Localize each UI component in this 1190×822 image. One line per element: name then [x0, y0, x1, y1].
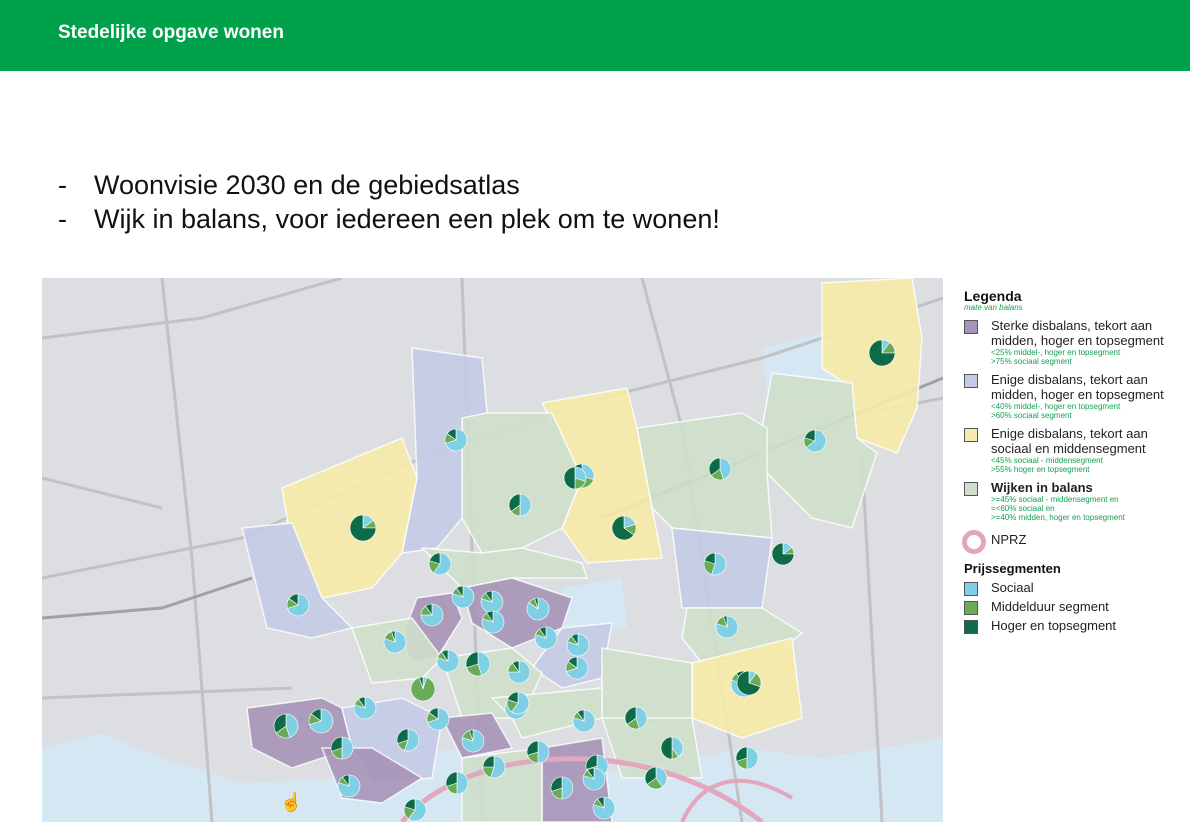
price-segment-pie [353, 696, 377, 720]
legend-label: Enige disbalans, tekort aan midden, hoge… [991, 372, 1164, 402]
legend-note: >75% sociaal segment [991, 357, 1072, 366]
legend-note: >60% sociaal segment [991, 411, 1072, 420]
legend-label: Sociaal [991, 580, 1034, 595]
header-bar: Stedelijke opgave wonen [0, 0, 1190, 71]
swatch-blue [964, 374, 978, 388]
price-segment-pie [508, 493, 532, 517]
price-segment-pie [420, 603, 444, 627]
legend-item: Sterke disbalans, tekort aan midden, hog… [964, 318, 1190, 366]
price-segment-pie [582, 767, 606, 791]
bullet-item: - Wijk in balans, voor iedereen een plek … [58, 202, 720, 236]
legend-item: Enige disbalans, tekort aan midden, hoge… [964, 372, 1190, 420]
price-segment-pie [506, 691, 530, 715]
legend-subtitle: mate van balans [964, 303, 1023, 312]
legend-item: Wijken in balans >=45% sociaal - middens… [964, 480, 1190, 522]
price-segment-pie [736, 670, 762, 696]
price-segment-pie [660, 736, 684, 760]
price-segment-pie [526, 740, 550, 764]
bullet-text: Wijk in balans, voor iedereen een plek o… [94, 204, 720, 234]
price-segment-pie [396, 728, 420, 752]
nprz-ring-icon [962, 530, 986, 554]
bullet-dash: - [58, 170, 67, 200]
swatch-green [964, 482, 978, 496]
legend-item-nprz: NPRZ [962, 530, 1190, 554]
district-map [42, 278, 943, 822]
bullet-item: - Woonvisie 2030 en de gebiedsatlas [58, 168, 720, 202]
price-segment-pie [480, 590, 504, 614]
price-segment-pie [426, 707, 450, 731]
price-segment-pie [444, 428, 468, 452]
legend-note: <25% middel-, hoger en topsegment [991, 348, 1121, 357]
legend-label: Hoger en topsegment [991, 618, 1117, 633]
price-segment-pie [383, 630, 407, 654]
price-segment-pie [735, 746, 759, 770]
price-segment-pie [771, 542, 795, 566]
swatch-hoger [964, 620, 978, 634]
legend-note: >=45% sociaal - middensegment en [991, 495, 1119, 504]
price-segment-pie [624, 706, 648, 730]
price-segment-pie [703, 552, 727, 576]
swatch-middelduur [964, 601, 978, 615]
price-segment-pie [563, 466, 587, 490]
price-segment-pie [337, 774, 361, 798]
swatch-purple [964, 320, 978, 334]
price-segment-pie [428, 552, 452, 576]
price-segment-pie [566, 633, 590, 657]
price-segment-pie [349, 514, 377, 542]
legend-label: Enige disbalans, tekort aan sociaal en m… [991, 426, 1148, 456]
legend-panel: Legenda mate van balans Sterke disbalans… [962, 288, 1190, 634]
legend-item: Sociaal [964, 580, 1190, 596]
price-segment-pie [550, 776, 574, 800]
price-segment-pie [286, 593, 310, 617]
swatch-yellow [964, 428, 978, 442]
price-segment-pie [526, 597, 550, 621]
legend-label: Wijken in balans [991, 480, 1093, 495]
legend-note: <45% sociaal - middensegment [991, 456, 1103, 465]
bullet-text: Woonvisie 2030 en de gebiedsatlas [94, 170, 520, 200]
legend-title: Legenda [964, 288, 1022, 304]
price-segment-pie [481, 610, 505, 634]
price-segment-pie [436, 649, 460, 673]
price-segment-pie [572, 709, 596, 733]
price-segment-pie [451, 585, 475, 609]
price-segment-pie [482, 755, 506, 779]
map-canvas [42, 278, 943, 822]
price-segment-pie [644, 766, 668, 790]
price-segment-pie [273, 713, 299, 739]
price-segment-pie [507, 660, 531, 684]
price-segment-pie [410, 676, 436, 702]
legend-label: Sterke disbalans, tekort aan midden, hog… [991, 318, 1164, 348]
price-segment-pie [465, 651, 491, 677]
bullet-list: - Woonvisie 2030 en de gebiedsatlas - Wijk… [58, 168, 720, 236]
legend-label: Middelduur segment [991, 599, 1109, 614]
legend-note: =<60% sociaal en [991, 504, 1055, 513]
price-segment-pie [565, 656, 589, 680]
legend-note: >=40% midden, hoger en topsegment [991, 513, 1125, 522]
legend-note: <40% middel-, hoger en topsegment [991, 402, 1121, 411]
price-segment-pie [868, 339, 896, 367]
bullet-dash: - [58, 204, 67, 234]
price-segment-pie [534, 626, 558, 650]
price-segment-pie [715, 615, 739, 639]
legend-item: Enige disbalans, tekort aan sociaal en m… [964, 426, 1190, 474]
price-segment-pie [308, 708, 334, 734]
price-segment-pie [803, 429, 827, 453]
legend-label: NPRZ [991, 532, 1027, 547]
price-segment-pie [592, 796, 616, 820]
price-segment-pie [611, 515, 637, 541]
price-segment-pie [403, 798, 427, 822]
price-segment-pie [330, 736, 354, 760]
price-segment-pie [445, 771, 469, 795]
prijs-title: Prijssegmenten [964, 561, 1061, 576]
hand-cursor-icon: ☝ [280, 792, 303, 812]
swatch-sociaal [964, 582, 978, 596]
price-segment-pie [708, 457, 732, 481]
legend-item: Middelduur segment [964, 599, 1190, 615]
legend-item: Hoger en topsegment [964, 618, 1190, 634]
legend-note: >55% hoger en topsegment [991, 465, 1090, 474]
price-segment-pie [461, 729, 485, 753]
page-title: Stedelijke opgave wonen [58, 22, 284, 43]
